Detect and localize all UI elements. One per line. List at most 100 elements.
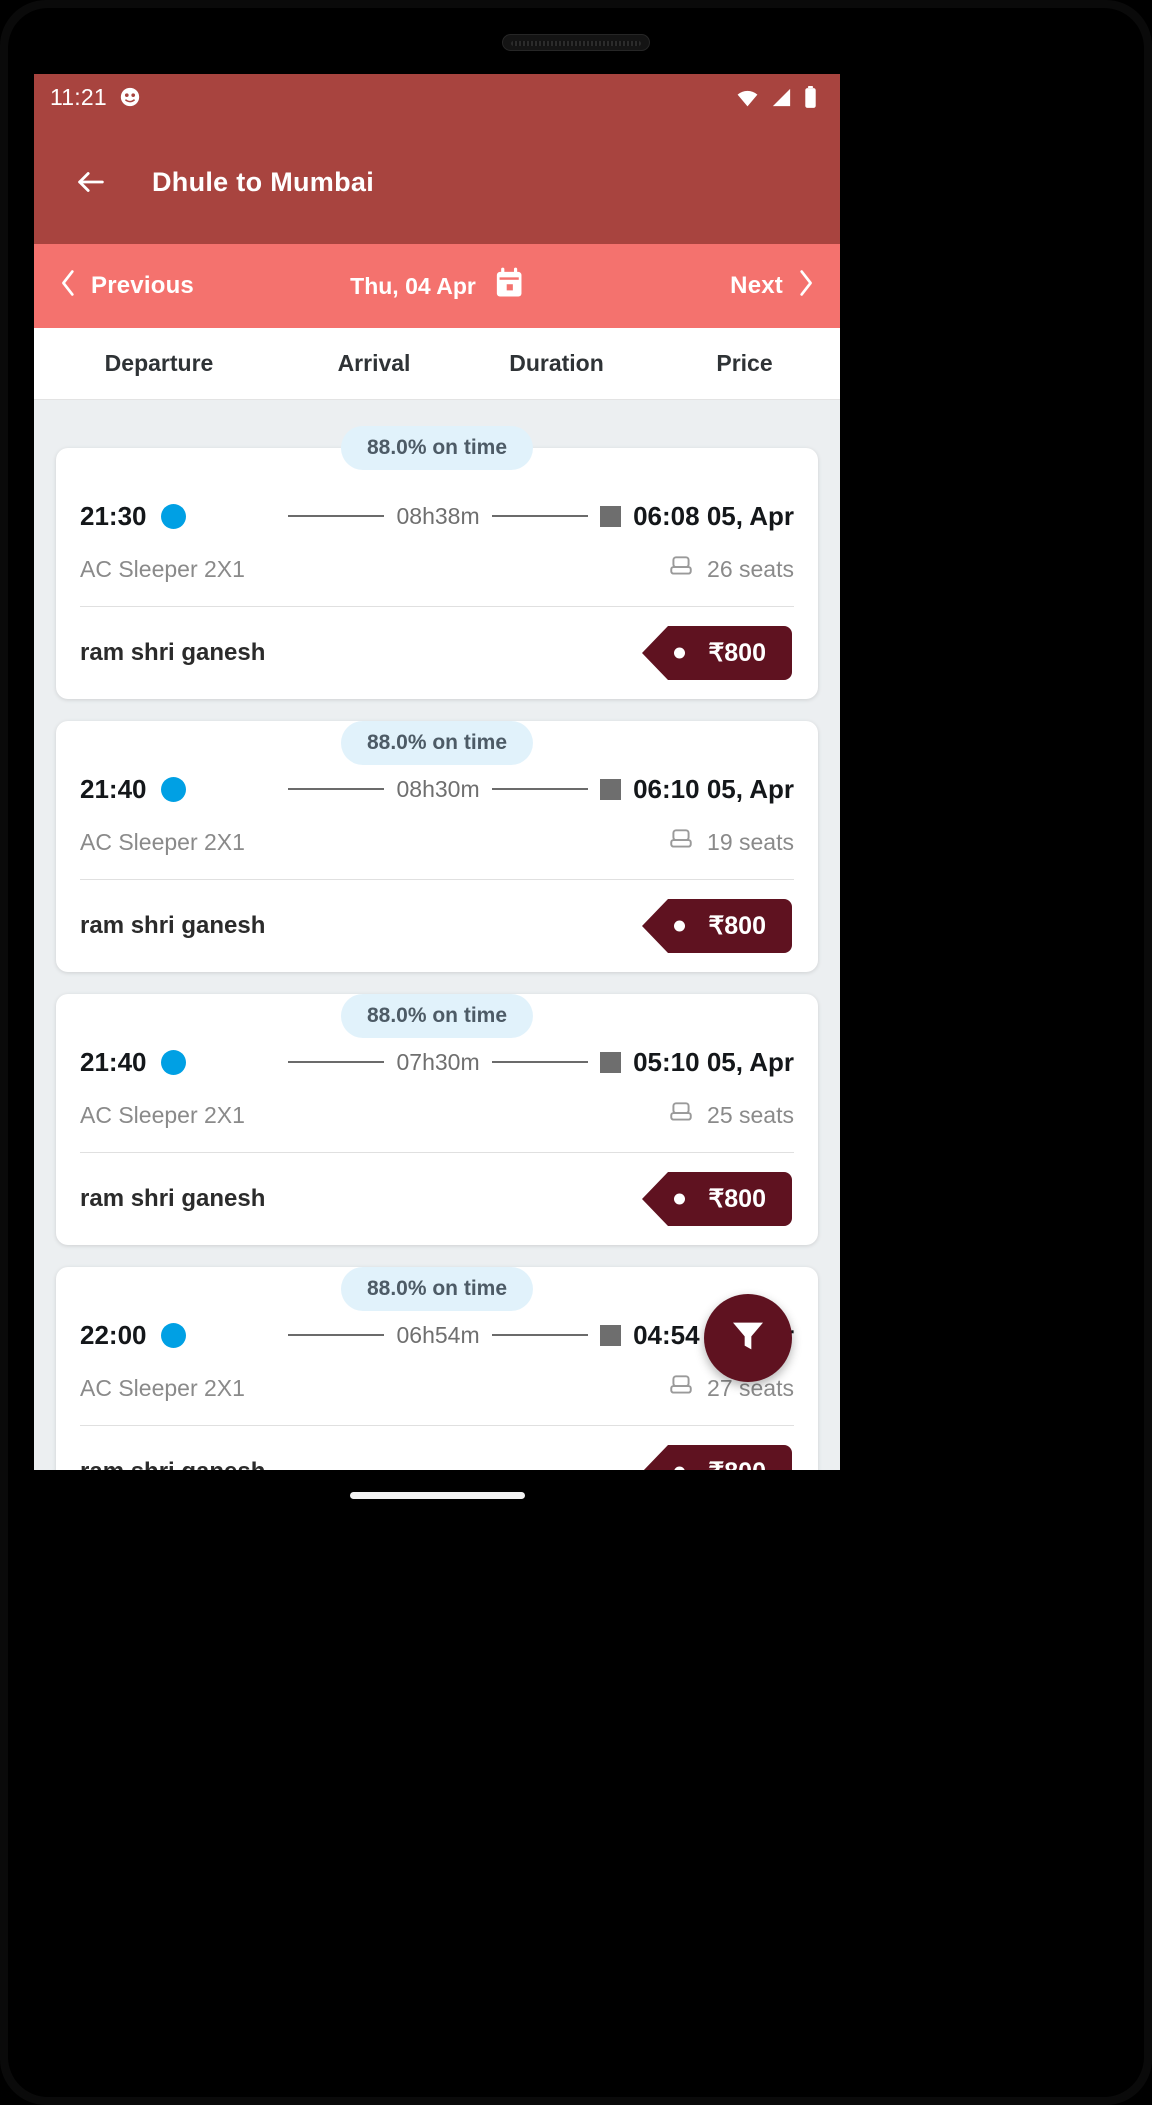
duration-block: 07h30m (288, 1049, 600, 1076)
gesture-nav-bar (34, 1470, 840, 1520)
bus-card-operator-row: ram shri ganesh ₹800 (80, 880, 794, 972)
seat-icon (668, 1372, 694, 1404)
bus-card-detail-row: AC Sleeper 2X1 26 seats (80, 538, 794, 600)
device-frame: 11:21 Dhule to Mumbai Previous Thu, 04 A… (0, 0, 1152, 2105)
departure-time: 21:30 (80, 500, 147, 531)
chevron-right-icon (797, 269, 814, 304)
back-arrow-icon[interactable] (74, 165, 108, 199)
filter-funnel-icon (728, 1316, 768, 1361)
bus-card[interactable]: 21:30 08h38m 06:08 05, Apr AC Sleeper 2X… (56, 448, 818, 699)
bus-card-operator-row: ram shri ganesh ₹800 (80, 1153, 794, 1245)
camera-speaker-pill (502, 34, 650, 51)
duration-text: 08h30m (396, 775, 480, 802)
chevron-left-icon (60, 269, 77, 304)
calendar-icon[interactable] (494, 267, 524, 305)
arrival-square-icon (600, 1324, 622, 1346)
bus-card-operator-row: ram shri ganesh ₹800 (80, 607, 794, 699)
bus-card-times-row: 21:30 08h38m 06:08 05, Apr (80, 494, 794, 538)
departure-time-block: 21:30 (80, 501, 288, 532)
column-header-departure: Departure (104, 350, 214, 376)
date-navigation-bar: Previous Thu, 04 Apr Next (34, 244, 840, 328)
departure-dot-icon (160, 503, 186, 529)
duration-block: 06h54m (288, 1322, 600, 1349)
bus-results-list[interactable]: 88.0% on time 21:30 08h38m 06:08 05, Apr… (34, 400, 840, 1470)
on-time-badge: 88.0% on time (340, 1267, 534, 1311)
operator-name: ram shri ganesh (80, 912, 266, 939)
screen-bezel: 11:21 Dhule to Mumbai Previous Thu, 04 A… (8, 8, 1144, 2097)
departure-time-block: 21:40 (80, 774, 288, 805)
duration-line-right (491, 1334, 589, 1336)
departure-time: 22:00 (80, 1319, 147, 1350)
column-header-arrival: Arrival (337, 350, 411, 376)
bus-card-times-row: 21:40 08h30m 06:10 05, Apr (80, 767, 794, 811)
bus-card-detail-row: AC Sleeper 2X1 25 seats (80, 1084, 794, 1146)
bus-card-operator-row: ram shri ganesh ₹800 (80, 1426, 794, 1470)
bus-card-wrapper: 88.0% on time 21:40 08h30m 06:10 05, Apr… (34, 721, 840, 972)
selected-date-label: Thu, 04 Apr (350, 272, 476, 299)
app-title-bar: Dhule to Mumbai (34, 120, 840, 244)
bus-card-detail-row: AC Sleeper 2X1 27 seats (80, 1357, 794, 1419)
bus-type-label: AC Sleeper 2X1 (80, 555, 245, 582)
on-time-badge: 88.0% on time (340, 426, 534, 470)
price-tag[interactable]: ₹800 (642, 1445, 792, 1470)
duration-line-right (491, 515, 589, 517)
page-title: Dhule to Mumbai (152, 166, 374, 197)
arrival-time: 06:08 05, Apr (633, 500, 794, 531)
arrival-time-block: 06:08 05, Apr (600, 501, 794, 532)
duration-line-right (491, 788, 589, 790)
next-label: Next (730, 272, 783, 299)
price-tag[interactable]: ₹800 (642, 626, 792, 680)
on-time-badge: 88.0% on time (340, 994, 534, 1038)
signal-icon (770, 86, 793, 109)
departure-time: 21:40 (80, 773, 147, 804)
bus-card-wrapper: 88.0% on time 21:30 08h38m 06:08 05, Apr… (34, 400, 840, 699)
departure-time-block: 22:00 (80, 1320, 288, 1351)
departure-time: 21:40 (80, 1046, 147, 1077)
operator-name: ram shri ganesh (80, 1458, 265, 1470)
arrival-time-block: 06:10 05, Apr (600, 774, 794, 805)
price-tag[interactable]: ₹800 (642, 1172, 792, 1226)
seats-block: 25 seats (668, 1099, 794, 1131)
column-header-duration: Duration (509, 350, 604, 376)
app-viewport: 11:21 Dhule to Mumbai Previous Thu, 04 A… (34, 74, 840, 1470)
price-tag[interactable]: ₹800 (642, 899, 792, 953)
seat-icon (668, 826, 694, 858)
duration-line-left (288, 1061, 385, 1063)
seat-icon (668, 553, 694, 585)
seats-available: 26 seats (707, 555, 794, 582)
battery-icon (803, 85, 818, 110)
arrival-square-icon (600, 505, 622, 527)
seat-icon (668, 1099, 694, 1131)
duration-block: 08h30m (288, 776, 600, 803)
seats-available: 25 seats (707, 1101, 794, 1128)
arrival-square-icon (600, 778, 622, 800)
bus-card-detail-row: AC Sleeper 2X1 19 seats (80, 811, 794, 873)
selected-date-control[interactable]: Thu, 04 Apr (350, 267, 524, 305)
departure-dot-icon (160, 776, 186, 802)
departure-time-block: 21:40 (80, 1047, 288, 1078)
departure-dot-icon (160, 1322, 186, 1348)
column-headers: Departure Arrival Duration Price (34, 328, 840, 400)
status-bar-right (735, 85, 818, 110)
operator-name: ram shri ganesh (80, 639, 266, 666)
duration-text: 08h38m (396, 502, 480, 529)
previous-date-button[interactable]: Previous (60, 269, 194, 304)
arrival-time: 05:10 05, Apr (633, 1046, 794, 1077)
departure-dot-icon (160, 1049, 186, 1075)
arrival-time-block: 05:10 05, Apr (600, 1047, 794, 1078)
next-date-button[interactable]: Next (730, 269, 814, 304)
wifi-icon (735, 85, 760, 110)
bus-type-label: AC Sleeper 2X1 (80, 1374, 245, 1401)
arrival-square-icon (600, 1051, 622, 1073)
home-gesture-pill[interactable] (349, 1491, 525, 1499)
duration-line-left (288, 1334, 385, 1336)
operator-name: ram shri ganesh (80, 1185, 266, 1212)
seats-block: 19 seats (668, 826, 794, 858)
duration-text: 06h54m (396, 1321, 480, 1348)
duration-block: 08h38m (288, 503, 600, 530)
filter-fab-button[interactable] (704, 1294, 792, 1382)
seats-block: 26 seats (668, 553, 794, 585)
duration-text: 07h30m (396, 1048, 480, 1075)
duration-line-right (491, 1061, 589, 1063)
column-header-price: Price (716, 350, 773, 376)
